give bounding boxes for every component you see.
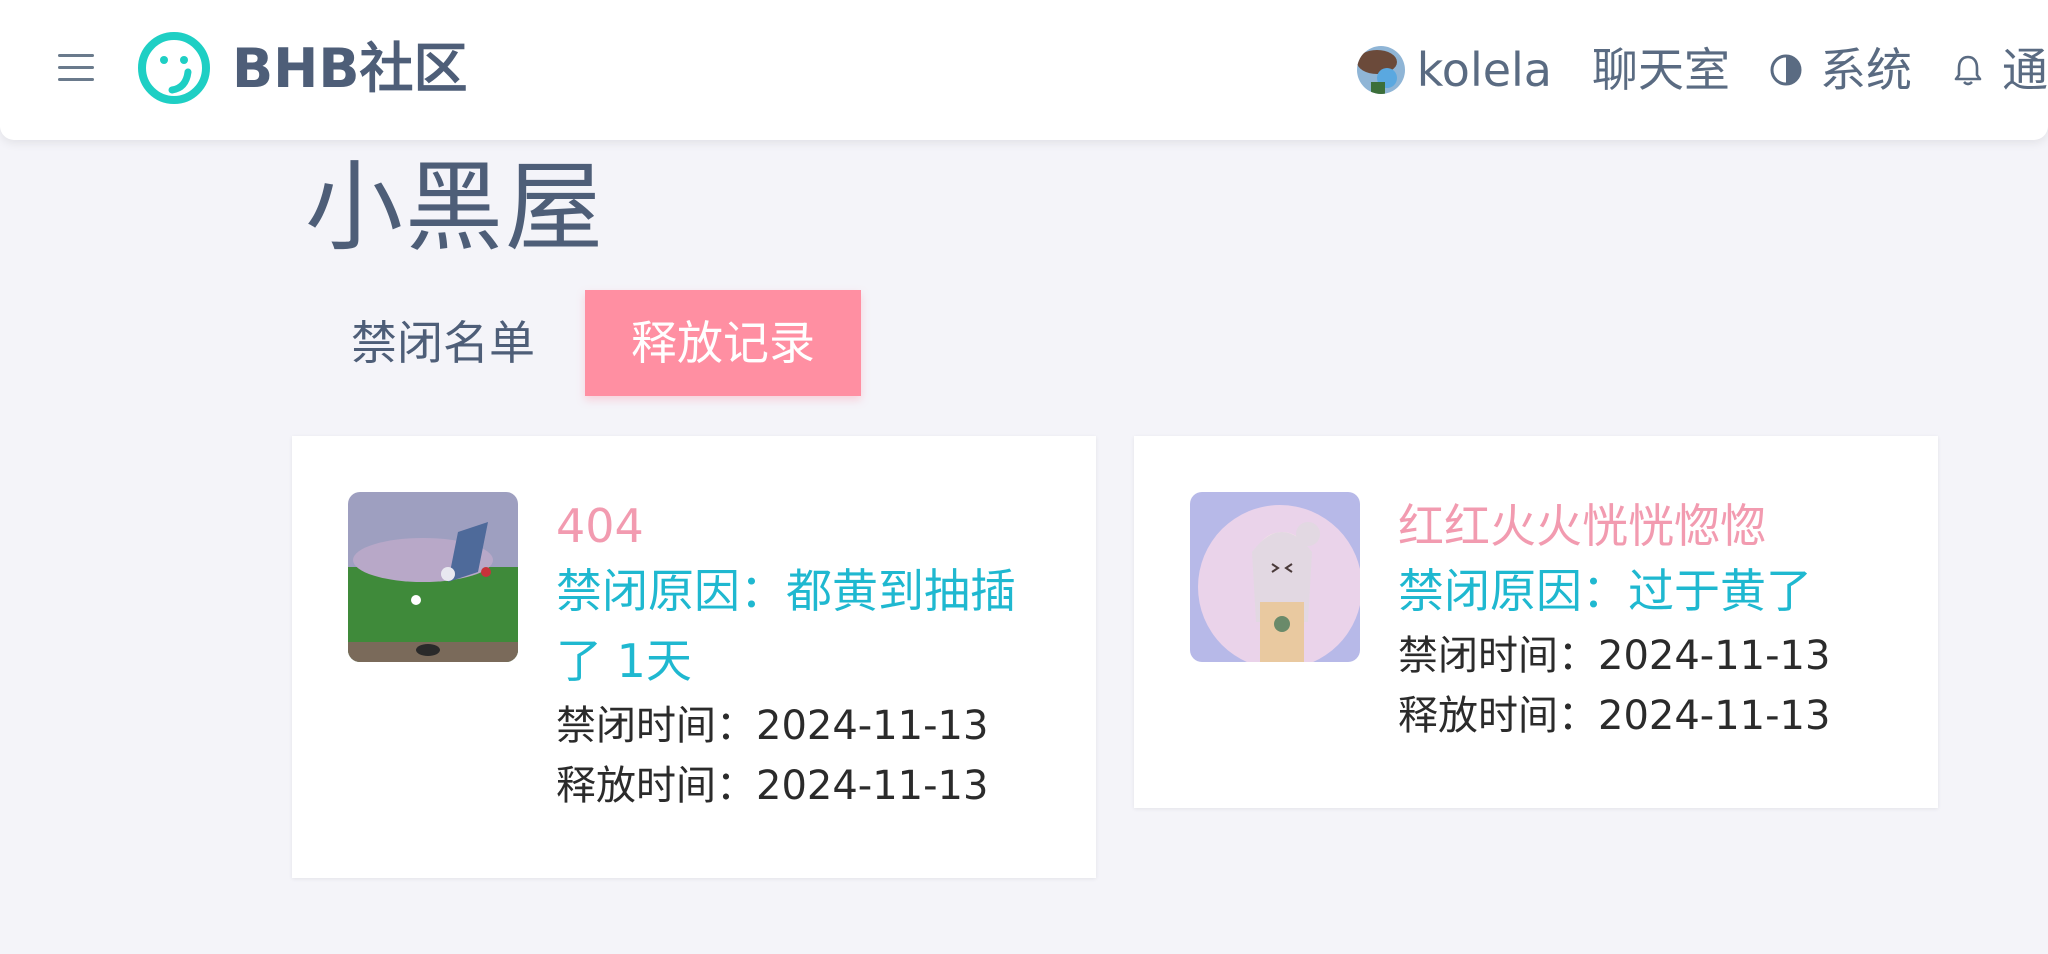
record-info: 404 禁闭原因：都黄到抽插了 1天 禁闭时间：2024-11-13 释放时间：… [556,492,1056,816]
nav-right: kolela 聊天室 系统 通 [1356,0,2048,140]
tab-release-records[interactable]: 释放记录 [585,290,861,396]
page-title: 小黑屋 [305,151,606,265]
release-time: 释放时间：2024-11-13 [556,763,989,809]
chatroom-label: 聊天室 [1592,43,1730,97]
record-card: 404 禁闭原因：都黄到抽插了 1天 禁闭时间：2024-11-13 释放时间：… [292,436,1096,878]
user-avatar[interactable] [348,492,518,662]
tab-bar: 禁闭名单 释放记录 [305,290,861,396]
notifications-link[interactable]: 通 [1950,40,2048,100]
system-label: 系统 [1820,43,1912,97]
record-card: 红红火火恍恍惚惚 禁闭原因：过于黄了 禁闭时间：2024-11-13 释放时间：… [1134,436,1938,808]
release-time: 释放时间：2024-11-13 [1398,693,1831,739]
bell-icon [1954,55,1982,86]
top-navbar: BHB社区 kolela 聊天室 系统 通 [0,0,2048,140]
ban-time: 禁闭时间：2024-11-13 [556,703,989,749]
user-menu[interactable]: kolela [1356,40,1552,100]
record-username[interactable]: 404 [556,496,1056,556]
ban-time: 禁闭时间：2024-11-13 [1398,633,1831,679]
brand-name[interactable]: BHB社区 [232,34,468,104]
contrast-icon [1770,54,1802,86]
user-avatar[interactable] [1190,492,1360,662]
menu-icon[interactable] [58,54,94,84]
smile-logo-icon[interactable] [136,30,212,106]
tab-ban-list[interactable]: 禁闭名单 [305,290,581,396]
user-name: kolela [1416,43,1552,97]
ban-reason: 禁闭原因：过于黄了 [1398,564,1812,618]
system-theme-toggle[interactable]: 系统 [1768,40,1912,100]
ban-reason: 禁闭原因：都黄到抽插了 1天 [556,564,1016,688]
user-avatar [1356,46,1405,94]
record-username[interactable]: 红红火火恍恍惚惚 [1398,496,1898,556]
notifications-label: 通 [2002,43,2048,97]
chatroom-link[interactable]: 聊天室 [1592,40,1730,100]
record-info: 红红火火恍恍惚惚 禁闭原因：过于黄了 禁闭时间：2024-11-13 释放时间：… [1398,492,1898,746]
